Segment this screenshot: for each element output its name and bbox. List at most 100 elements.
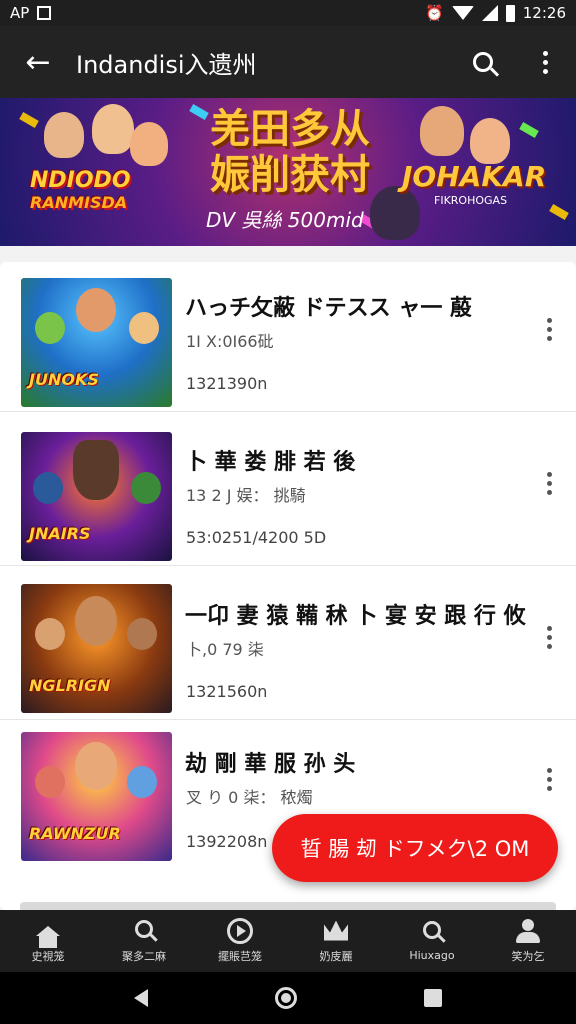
item-meta: 卜,0 79 柒 — [186, 640, 264, 659]
item-meta: 1I X:0I66砒 — [186, 332, 274, 351]
game-list: JUNOKS ハっチ攵蔽 ドテスス ャ一 蒑 1I X:0I66砒 132139… — [0, 262, 576, 910]
item-title: 劫 剛 華 服 孙 头 — [185, 752, 356, 777]
nav-label: 擺賬芑笼 — [218, 949, 262, 963]
more-vertical-icon — [542, 50, 548, 74]
status-text: AP — [10, 4, 30, 22]
item-size: 53:0251/4200 5D — [186, 528, 327, 547]
system-back-button[interactable] — [133, 989, 148, 1007]
home-icon — [36, 925, 60, 948]
game-thumbnail: JNAIRS — [21, 432, 172, 561]
item-size: 1321390n — [186, 374, 268, 393]
thumbnail-logo: NGLRIGN — [29, 676, 111, 695]
nav-item-search[interactable]: 聚多二麻 — [96, 910, 192, 972]
item-meta: 13 2 J 娱： 挑騎 — [186, 486, 306, 505]
nav-item-profile[interactable]: 笑为乞 — [480, 910, 576, 972]
page-title: Indandisi入遗州 — [76, 50, 257, 79]
game-thumbnail: JUNOKS — [21, 278, 172, 407]
status-left: AP — [10, 4, 52, 22]
confetti — [19, 112, 39, 128]
character-art — [92, 104, 134, 154]
app-bar: ← Indandisi入遗州 — [0, 26, 576, 98]
item-size: 1392208n — [186, 832, 268, 851]
character-face — [127, 766, 157, 798]
alarm-icon: ⏰ — [425, 4, 444, 22]
item-size: 1321560n — [186, 682, 268, 701]
status-time: 12:26 — [522, 4, 566, 22]
nav-label: Hiuxago — [409, 949, 455, 962]
character-face — [129, 312, 159, 344]
nav-label: 聚多二麻 — [122, 949, 166, 963]
list-item[interactable]: NGLRIGN 一卬 妻 猿 鞴 秫 卜 宴 安 跟 行 攸 卜,0 79 柒 … — [0, 570, 576, 720]
item-title: ハっチ攵蔽 ドテスス ャ一 蒑 — [185, 296, 472, 321]
banner-title-line2: 娠削获村 — [210, 152, 370, 198]
nav-label: 史視笼 — [31, 949, 65, 963]
banner-logo-left-line2: RANMISDA — [30, 193, 128, 212]
banner-title-line1: 羌田多从 — [210, 106, 370, 152]
character-face — [75, 596, 117, 646]
more-vertical-icon — [547, 318, 552, 341]
confetti — [549, 204, 569, 220]
notification-icon — [37, 6, 52, 20]
item-more-button[interactable] — [547, 626, 552, 649]
search-icon — [423, 921, 441, 939]
system-recents-button[interactable] — [424, 989, 443, 1007]
character-face — [127, 618, 157, 650]
nav-item-play[interactable]: 擺賬芑笼 — [192, 910, 288, 972]
play-icon — [227, 917, 253, 944]
character-face — [35, 618, 65, 650]
item-title: 卜 華 娄 腓 若 後 — [185, 450, 356, 475]
item-title: 一卬 妻 猿 鞴 秫 卜 宴 安 跟 行 攸 — [185, 604, 526, 629]
crown-icon — [324, 920, 348, 941]
nav-item-discover[interactable]: Hiuxago — [384, 910, 480, 972]
game-thumbnail: RAWNZUR — [21, 732, 172, 861]
status-bar: AP ⏰ 12:26 — [0, 0, 576, 26]
list-item[interactable]: JUNOKS ハっチ攵蔽 ドテスス ャ一 蒑 1I X:0I66砒 132139… — [0, 262, 576, 412]
character-art — [420, 106, 464, 156]
search-icon — [473, 52, 493, 72]
signal-icon — [481, 5, 498, 21]
back-button[interactable]: ← — [0, 26, 76, 98]
wifi-icon — [451, 6, 474, 20]
status-right: ⏰ 12:26 — [425, 4, 566, 22]
nav-label: 笑为乞 — [511, 949, 545, 963]
banner-logo-right-sub: FIKROHOGAS — [434, 194, 508, 207]
bottom-nav: 史視笼 聚多二麻 擺賬芑笼 奶庋麗 Hiuxago 笑为乞 — [0, 910, 576, 972]
item-more-button[interactable] — [547, 768, 552, 791]
nav-label: 奶庋麗 — [319, 949, 353, 963]
character-art — [130, 122, 168, 166]
more-vertical-icon — [547, 768, 552, 791]
character-face — [76, 288, 116, 332]
character-art — [44, 112, 84, 158]
promo-banner[interactable]: NDIODO RANMISDA 羌田多从 娠削获村 DV 吳絲 500mid J… — [0, 98, 576, 246]
thumbnail-logo: JNAIRS — [29, 524, 91, 543]
character-art — [470, 118, 510, 164]
nav-item-crown[interactable]: 奶庋麗 — [288, 910, 384, 972]
confetti — [519, 122, 539, 138]
profile-icon — [516, 918, 540, 943]
character-face — [73, 440, 119, 500]
character-face — [131, 472, 161, 504]
thumbnail-logo: JUNOKS — [29, 370, 99, 389]
nav-item-home[interactable]: 史視笼 — [0, 910, 96, 972]
item-more-button[interactable] — [547, 472, 552, 495]
arrow-left-icon: ← — [25, 44, 51, 80]
system-nav-bar — [0, 972, 576, 1024]
game-thumbnail: NGLRIGN — [21, 584, 172, 713]
search-icon — [135, 919, 153, 938]
more-vertical-icon — [547, 472, 552, 495]
search-button[interactable] — [452, 26, 514, 98]
banner-logo-left-line1: NDIODO — [30, 168, 131, 193]
item-more-button[interactable] — [547, 318, 552, 341]
thumbnail-logo: RAWNZUR — [29, 824, 121, 843]
item-meta: 叉 り 0 柒： 秾燭 — [186, 788, 313, 807]
character-art — [370, 186, 420, 240]
download-button[interactable]: 晢 腸 刼 ドフメク\2 OM — [272, 814, 558, 882]
character-face — [35, 766, 65, 798]
overflow-menu-button[interactable] — [514, 26, 576, 98]
battery-icon — [505, 4, 515, 22]
character-face — [75, 742, 117, 790]
system-home-button[interactable] — [274, 987, 297, 1009]
list-item[interactable]: JNAIRS 卜 華 娄 腓 若 後 13 2 J 娱： 挑騎 53:0251/… — [0, 416, 576, 566]
character-face — [33, 472, 63, 504]
banner-logo-right: JOHAKAR — [402, 160, 547, 193]
